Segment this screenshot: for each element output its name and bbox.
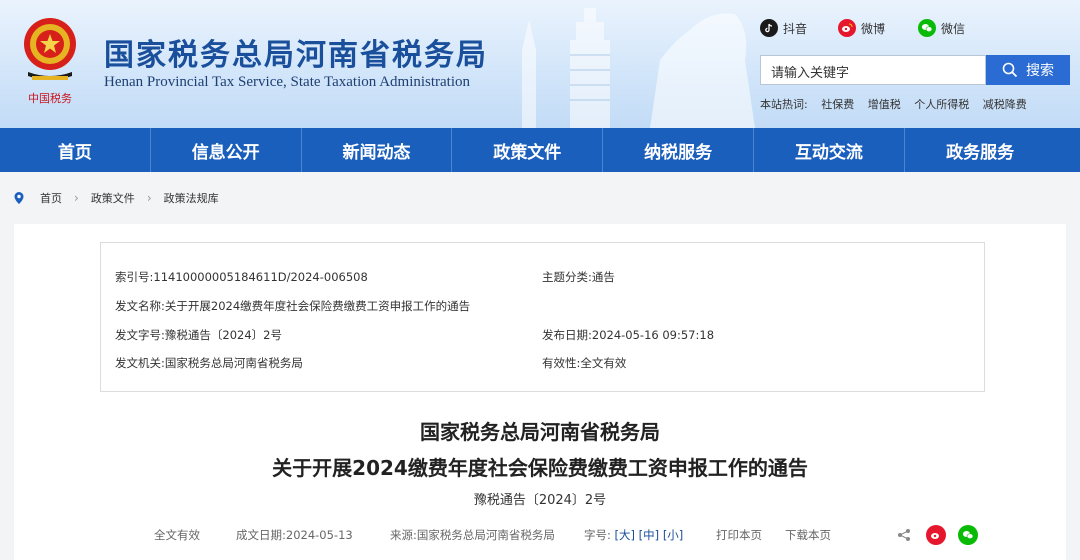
weibo-label: 微博 xyxy=(861,21,886,36)
chevron-right-icon: › xyxy=(74,191,79,205)
site-header: 中国税务 国家税务总局河南省税务局 Henan Provincial Tax S… xyxy=(0,0,1080,128)
hot-word-item[interactable]: 社保费 xyxy=(821,98,854,111)
search-input[interactable]: 请输入关键字 xyxy=(760,55,986,85)
font-size-label: 字号: xyxy=(584,528,611,542)
wechat-label: 微信 xyxy=(941,21,966,36)
info-source: 来源:国家税务总局河南省税务局 xyxy=(390,528,555,542)
hot-word-item[interactable]: 个人所得税 xyxy=(914,98,969,111)
nav-item-interaction[interactable]: 互动交流 xyxy=(754,128,905,172)
breadcrumb-policy-library[interactable]: 政策法规库 xyxy=(164,190,219,206)
weibo-link[interactable]: 微博 xyxy=(838,18,885,38)
location-pin-icon xyxy=(14,192,24,204)
meta-issuer: 发文机关:国家税务总局河南省税务局 xyxy=(115,356,303,370)
meta-validity: 有效性:全文有效 xyxy=(542,356,627,370)
share-wechat-icon[interactable] xyxy=(958,525,978,545)
font-size-small-button[interactable]: [小] xyxy=(663,528,683,542)
nav-item-info-public[interactable]: 信息公开 xyxy=(151,128,302,172)
site-subtitle: Henan Provincial Tax Service, State Taxa… xyxy=(104,74,471,90)
hot-word-item[interactable]: 增值税 xyxy=(868,98,901,111)
hot-words: 本站热词: 社保费 增值税 个人所得税 减税降费 xyxy=(760,96,1037,112)
info-font-size: 字号: [大] [中] [小] xyxy=(584,527,683,543)
info-created-date: 成文日期:2024-05-13 xyxy=(236,528,353,542)
search-button-label: 搜索 xyxy=(1026,63,1054,79)
wechat-icon xyxy=(918,19,936,37)
search-button[interactable]: 搜索 xyxy=(986,55,1070,85)
meta-pub-date: 发布日期:2024-05-16 09:57:18 xyxy=(542,328,715,342)
meta-subject: 主题分类:通告 xyxy=(542,270,615,284)
font-size-large-button[interactable]: [大] xyxy=(615,528,635,542)
article-title-line1: 国家税务总局河南省税务局 xyxy=(420,420,660,444)
share-weibo-icon[interactable] xyxy=(926,525,946,545)
share-icon[interactable] xyxy=(894,525,914,545)
meta-doc-no: 发文字号:豫税通告〔2024〕2号 xyxy=(115,328,282,342)
nav-item-tax-service[interactable]: 纳税服务 xyxy=(603,128,754,172)
nav-item-news[interactable]: 新闻动态 xyxy=(302,128,453,172)
douyin-label: 抖音 xyxy=(783,21,808,36)
download-page-button[interactable]: 下载本页 xyxy=(785,527,831,543)
nav-item-gov-service[interactable]: 政务服务 xyxy=(905,128,1056,172)
douyin-link[interactable]: 抖音 xyxy=(760,18,807,38)
tax-emblem-logo[interactable]: 中国税务 xyxy=(18,14,82,106)
meta-index-no: 索引号:11410000005184611D/2024-006508 xyxy=(115,270,368,284)
hot-word-item[interactable]: 减税降费 xyxy=(983,98,1027,111)
search-icon xyxy=(1002,62,1018,78)
print-page-button[interactable]: 打印本页 xyxy=(716,527,762,543)
hot-words-label: 本站热词: xyxy=(760,98,808,111)
site-title: 国家税务总局河南省税务局 xyxy=(104,38,488,73)
nav-item-policy[interactable]: 政策文件 xyxy=(452,128,604,172)
chevron-right-icon: › xyxy=(146,191,152,205)
info-validity: 全文有效 xyxy=(154,528,200,542)
breadcrumb: 首页 › 政策文件 › 政策法规库 xyxy=(14,188,219,208)
breadcrumb-home[interactable]: 首页 xyxy=(40,190,62,206)
wechat-link[interactable]: 微信 xyxy=(918,18,965,38)
svg-text:中国税务: 中国税务 xyxy=(28,91,72,105)
article-doc-number: 豫税通告〔2024〕2号 xyxy=(473,493,607,508)
meta-doc-name: 发文名称:关于开展2024缴费年度社会保险费缴费工资申报工作的通告 xyxy=(115,299,471,313)
nav-item-home[interactable]: 首页 xyxy=(0,128,151,172)
douyin-icon xyxy=(760,19,778,37)
breadcrumb-policy-files[interactable]: 政策文件 xyxy=(91,190,135,206)
font-size-medium-button[interactable]: [中] xyxy=(639,528,659,542)
skyline-illustration xyxy=(522,8,755,128)
article-title-line2: 关于开展2024缴费年度社会保险费缴费工资申报工作的通告 xyxy=(272,456,808,480)
document-meta-box: 索引号:11410000005184611D/2024-006508 主题分类:… xyxy=(100,242,985,392)
main-nav: 首页 信息公开 新闻动态 政策文件 纳税服务 互动交流 政务服务 xyxy=(0,128,1080,172)
weibo-icon xyxy=(838,19,856,37)
article-panel: 索引号:11410000005184611D/2024-006508 主题分类:… xyxy=(14,224,1066,560)
